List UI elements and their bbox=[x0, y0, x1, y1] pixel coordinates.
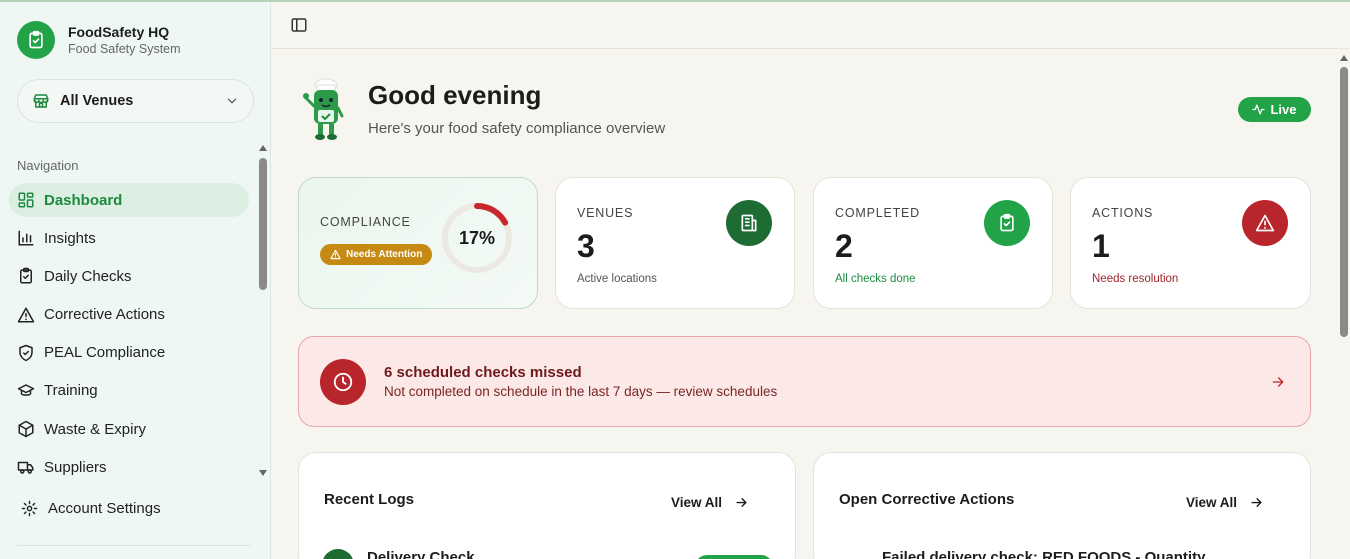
nav-item-suppliers[interactable]: Suppliers bbox=[9, 450, 249, 484]
recent-logs-panel: Recent Logs View All Delivery Check bbox=[298, 452, 796, 559]
log-type-icon bbox=[322, 549, 354, 559]
actions-sub: Needs resolution bbox=[1092, 273, 1179, 285]
nav-list: Dashboard Insights Daily Checks Correcti… bbox=[9, 183, 249, 489]
nav-item-insights[interactable]: Insights bbox=[9, 221, 249, 255]
clock-icon bbox=[320, 359, 366, 405]
open-actions-title: Open Corrective Actions bbox=[839, 491, 1015, 508]
recent-logs-title: Recent Logs bbox=[324, 491, 415, 508]
open-actions-view-all-button[interactable]: View All bbox=[1186, 495, 1264, 510]
warning-icon bbox=[330, 249, 341, 260]
missed-checks-alert[interactable]: 6 scheduled checks missed Not completed … bbox=[298, 336, 1311, 427]
topbar bbox=[272, 2, 1350, 49]
truck-icon bbox=[17, 462, 34, 475]
nav-item-waste-expiry[interactable]: Waste & Expiry bbox=[9, 412, 249, 446]
warning-icon bbox=[1242, 200, 1288, 246]
needs-attention-badge: Needs Attention bbox=[320, 244, 433, 265]
main-scrollbar[interactable] bbox=[1340, 67, 1348, 337]
grid-icon bbox=[18, 192, 34, 208]
brand-title: FoodSafety HQ bbox=[68, 23, 170, 40]
activity-icon bbox=[1252, 104, 1266, 115]
actions-card[interactable]: ACTIONS 1 Needs resolution bbox=[1070, 177, 1311, 309]
actions-value: 1 bbox=[1092, 228, 1110, 264]
nav-item-label: Insights bbox=[44, 229, 96, 247]
store-icon bbox=[33, 94, 49, 108]
completed-card[interactable]: COMPLETED 2 All checks done bbox=[813, 177, 1053, 309]
venue-select[interactable]: All Venues bbox=[17, 79, 254, 123]
nav-item-daily-checks[interactable]: Daily Checks bbox=[9, 259, 249, 293]
log-row-title[interactable]: Delivery Check bbox=[367, 549, 475, 559]
nav-heading: Navigation bbox=[17, 158, 79, 173]
clipboard-logo-icon bbox=[17, 21, 55, 59]
nav-item-corrective-actions[interactable]: Corrective Actions bbox=[9, 298, 249, 332]
venues-value: 3 bbox=[577, 228, 595, 264]
chef-mascot-icon bbox=[303, 78, 344, 140]
completed-value: 2 bbox=[835, 228, 853, 264]
venue-select-label: All Venues bbox=[60, 93, 134, 109]
arrow-right-icon bbox=[1251, 498, 1262, 507]
gear-icon bbox=[21, 500, 38, 517]
building-icon bbox=[726, 200, 772, 246]
live-badge: Live bbox=[1238, 97, 1311, 122]
warning-icon bbox=[17, 307, 35, 323]
venues-card[interactable]: VENUES 3 Active locations bbox=[555, 177, 795, 309]
view-all-label: View All bbox=[670, 495, 722, 510]
page-subtitle: Here's your food safety compliance overv… bbox=[368, 120, 666, 137]
nav-item-label: Waste & Expiry bbox=[44, 420, 146, 438]
alert-subtitle: Not completed on schedule in the last 7 … bbox=[384, 384, 778, 399]
box-icon bbox=[18, 420, 34, 438]
nav-item-label: PEAL Compliance bbox=[44, 344, 166, 362]
sidebar-scrollbar[interactable] bbox=[259, 158, 267, 290]
view-all-label: View All bbox=[1185, 495, 1237, 510]
page-title: Good evening bbox=[368, 80, 542, 110]
alert-title: 6 scheduled checks missed bbox=[384, 364, 582, 381]
completed-sub: All checks done bbox=[835, 273, 916, 285]
main-scroll-up[interactable] bbox=[1340, 55, 1348, 61]
open-actions-panel: Open Corrective Actions View All Failed … bbox=[813, 452, 1311, 559]
needs-attention-label: Needs Attention bbox=[346, 249, 423, 260]
bar-chart-icon bbox=[18, 230, 34, 246]
nav-item-label: Dashboard bbox=[44, 191, 123, 209]
recent-logs-view-all-button[interactable]: View All bbox=[671, 495, 749, 510]
nav-item-training[interactable]: Training bbox=[9, 374, 249, 408]
sidebar-toggle-icon[interactable] bbox=[290, 16, 308, 34]
nav-item-dashboard[interactable]: Dashboard bbox=[9, 183, 249, 217]
brand-subtitle: Food Safety System bbox=[68, 41, 181, 56]
graduation-cap-icon bbox=[17, 384, 35, 396]
action-row-title[interactable]: Failed delivery check: RED FOODS - Quant… bbox=[882, 549, 1205, 559]
sidebar-scroll-down[interactable] bbox=[259, 470, 267, 476]
nav-item-peal-compliance[interactable]: PEAL Compliance bbox=[9, 336, 249, 370]
sidebar-divider bbox=[17, 545, 251, 546]
brand[interactable]: FoodSafety HQ Food Safety System bbox=[17, 21, 181, 59]
venues-label: VENUES bbox=[577, 206, 634, 220]
actions-label: ACTIONS bbox=[1092, 206, 1154, 220]
compliance-value: 17% bbox=[458, 227, 496, 248]
live-badge-label: Live bbox=[1270, 102, 1297, 117]
sidebar: FoodSafety HQ Food Safety System All Ven… bbox=[0, 2, 271, 559]
arrow-right-icon bbox=[1272, 377, 1284, 387]
account-settings-label: Account Settings bbox=[48, 500, 161, 517]
arrow-right-icon bbox=[736, 498, 747, 507]
venues-sub: Active locations bbox=[577, 273, 657, 285]
log-status-badge bbox=[695, 555, 773, 559]
compliance-label: COMPLIANCE bbox=[320, 215, 411, 229]
clipboard-check-icon bbox=[20, 268, 32, 284]
nav-item-label: Corrective Actions bbox=[44, 306, 165, 324]
nav-item-label: Daily Checks bbox=[44, 267, 132, 285]
nav-item-label: Suppliers bbox=[44, 458, 107, 476]
account-settings-link[interactable]: Account Settings bbox=[21, 500, 161, 517]
completed-label: COMPLETED bbox=[835, 206, 920, 220]
sidebar-scroll-up[interactable] bbox=[259, 145, 267, 151]
compliance-card[interactable]: COMPLIANCE Needs Attention 17% bbox=[298, 177, 538, 309]
shield-check-icon bbox=[19, 344, 33, 361]
chevron-down-icon bbox=[227, 98, 237, 104]
clipboard-check-icon bbox=[984, 200, 1030, 246]
nav-item-label: Training bbox=[44, 382, 98, 400]
